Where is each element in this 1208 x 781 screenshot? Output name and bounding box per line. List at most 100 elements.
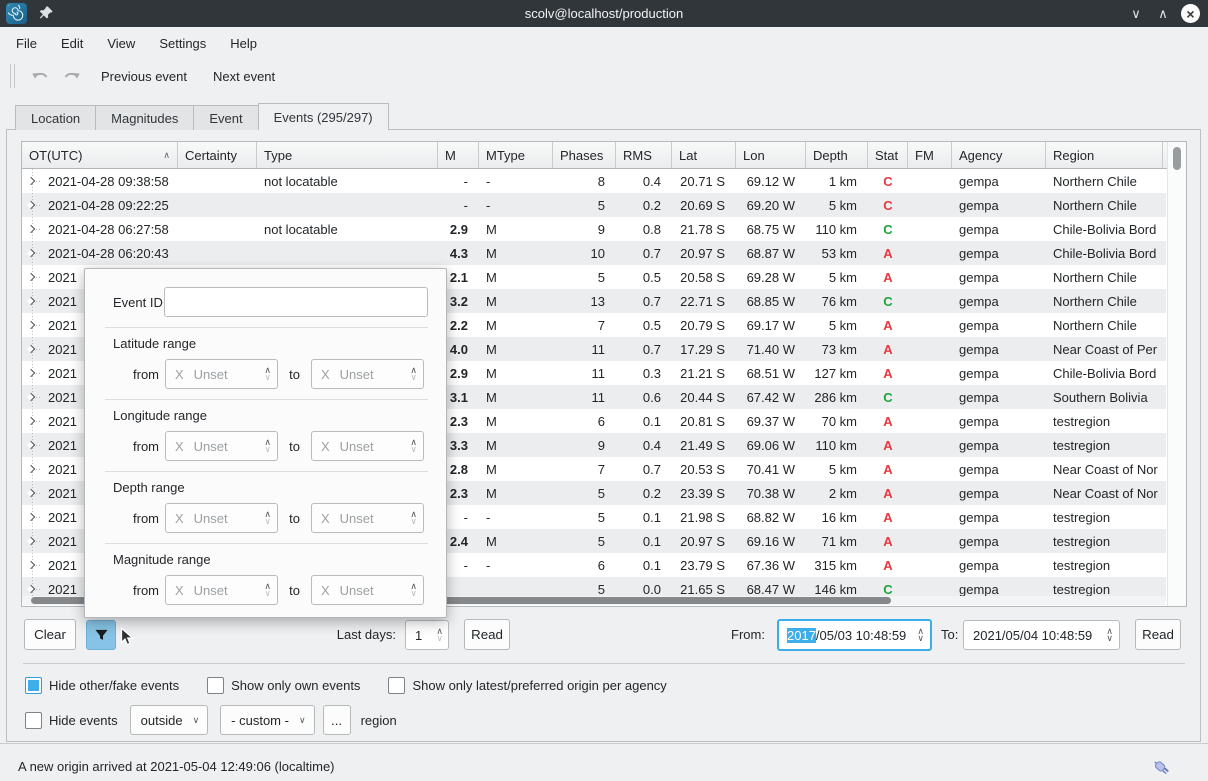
expander-icon[interactable]: [27, 177, 35, 185]
spin-arrows-icon[interactable]: ∧∨: [1106, 628, 1113, 642]
cell-depth: 110 km: [806, 433, 868, 457]
event-id-input[interactable]: [164, 287, 428, 317]
tab-events-295-297[interactable]: Events (295/297): [258, 103, 389, 130]
expander-icon[interactable]: [27, 369, 35, 377]
column-header-agency[interactable]: Agency: [952, 142, 1046, 168]
inside-outside-dropdown[interactable]: outside ∨: [130, 705, 209, 735]
expander-icon[interactable]: [27, 345, 35, 353]
spin-arrows-icon[interactable]: ∧∨: [264, 511, 271, 525]
next-event-button[interactable]: Next event: [203, 64, 285, 89]
column-header-depth[interactable]: Depth: [806, 142, 868, 168]
column-header-rms[interactable]: RMS: [616, 142, 672, 168]
range-unset-spinbox[interactable]: XUnset∧∨: [165, 503, 278, 533]
hide-events-checkbox[interactable]: [25, 712, 42, 729]
maximize-button[interactable]: ∧: [1154, 5, 1172, 23]
table-row[interactable]: 2021-04-28 06:20:434.3M100.720.97 S68.87…: [22, 241, 1166, 265]
range-unset-spinbox[interactable]: XUnset∧∨: [311, 431, 424, 461]
show-only-latest-checkbox[interactable]: [388, 677, 405, 694]
expander-icon[interactable]: [27, 273, 35, 281]
column-header-type[interactable]: Type: [257, 142, 438, 168]
minimize-button[interactable]: ∨: [1127, 5, 1145, 23]
expander-icon[interactable]: [27, 297, 35, 305]
spin-arrows-icon[interactable]: ∧∨: [410, 511, 417, 525]
hide-other-fake-events-checkbox[interactable]: [25, 677, 42, 694]
vertical-scrollbar-thumb[interactable]: [1173, 147, 1181, 170]
tab-magnitudes[interactable]: Magnitudes: [95, 105, 194, 130]
titlebar[interactable]: scolv@localhost/production ∨ ∧ ×: [0, 0, 1208, 27]
range-unset-spinbox[interactable]: XUnset∧∨: [165, 431, 278, 461]
spin-arrows-icon[interactable]: ∧∨: [410, 583, 417, 597]
range-unset-spinbox[interactable]: XUnset∧∨: [311, 359, 424, 389]
vertical-scrollbar[interactable]: [1167, 142, 1186, 606]
clear-button[interactable]: Clear: [24, 619, 76, 650]
to-datetime-field[interactable]: 2021/05/04 10:48:59 ∧∨: [963, 620, 1120, 650]
menu-item-settings[interactable]: Settings: [147, 32, 218, 55]
range-unset-spinbox[interactable]: XUnset∧∨: [311, 575, 424, 605]
read-button-2[interactable]: Read: [1135, 619, 1181, 650]
menu-item-edit[interactable]: Edit: [49, 32, 95, 55]
menu-item-view[interactable]: View: [95, 32, 147, 55]
spin-arrows-icon[interactable]: ∧∨: [436, 628, 443, 642]
expander-icon[interactable]: [27, 561, 35, 569]
column-header-phases[interactable]: Phases: [553, 142, 616, 168]
spin-arrows-icon[interactable]: ∧∨: [410, 439, 417, 453]
last-days-spinbox[interactable]: 1 ∧∨: [405, 620, 449, 650]
expander-icon[interactable]: [27, 249, 35, 257]
tab-event[interactable]: Event: [193, 105, 258, 130]
clear-x-icon[interactable]: X: [175, 367, 184, 382]
filter-toggle-button[interactable]: [86, 620, 116, 650]
spin-arrows-icon[interactable]: ∧∨: [264, 439, 271, 453]
menu-item-file[interactable]: File: [4, 32, 49, 55]
table-row[interactable]: 2021-04-28 09:22:25--50.220.69 S69.20 W5…: [22, 193, 1166, 217]
column-header-lon[interactable]: Lon: [736, 142, 806, 168]
spin-arrows-icon[interactable]: ∧∨: [264, 367, 271, 381]
toolbar-drag-handle[interactable]: [10, 64, 15, 88]
expander-icon[interactable]: [27, 513, 35, 521]
column-header-certainty[interactable]: Certainty: [178, 142, 257, 168]
clear-x-icon[interactable]: X: [321, 367, 330, 382]
range-unset-spinbox[interactable]: XUnset∧∨: [165, 359, 278, 389]
spin-arrows-icon[interactable]: ∧∨: [264, 583, 271, 597]
column-header-fm[interactable]: FM: [908, 142, 952, 168]
expander-icon[interactable]: [27, 489, 35, 497]
range-unset-spinbox[interactable]: XUnset∧∨: [165, 575, 278, 605]
clear-x-icon[interactable]: X: [321, 439, 330, 454]
region-preset-dropdown[interactable]: - custom - ∨: [220, 705, 314, 735]
redo-arrow-icon[interactable]: [59, 64, 85, 88]
expander-icon[interactable]: [27, 201, 35, 209]
range-unset-spinbox[interactable]: XUnset∧∨: [311, 503, 424, 533]
clear-x-icon[interactable]: X: [321, 511, 330, 526]
expander-icon[interactable]: [27, 441, 35, 449]
expander-icon[interactable]: [27, 321, 35, 329]
clear-x-icon[interactable]: X: [321, 583, 330, 598]
tab-location[interactable]: Location: [15, 105, 96, 130]
expander-icon[interactable]: [27, 393, 35, 401]
menu-item-help[interactable]: Help: [218, 32, 269, 55]
clear-x-icon[interactable]: X: [175, 583, 184, 598]
clear-x-icon[interactable]: X: [175, 511, 184, 526]
clear-x-icon[interactable]: X: [175, 439, 184, 454]
region-browse-button[interactable]: ...: [323, 705, 351, 735]
column-header-stat[interactable]: Stat: [868, 142, 908, 168]
expander-icon[interactable]: [27, 465, 35, 473]
read-button[interactable]: Read: [464, 619, 510, 650]
close-button[interactable]: ×: [1181, 4, 1200, 23]
spin-arrows-icon[interactable]: ∧∨: [410, 367, 417, 381]
spin-arrows-icon[interactable]: ∧∨: [917, 628, 924, 642]
table-row[interactable]: 2021-04-28 09:38:58not locatable--80.420…: [22, 169, 1166, 193]
from-datetime-field[interactable]: 2017 /05/03 10:48:59 ∧∨: [777, 619, 932, 651]
previous-event-button[interactable]: Previous event: [91, 64, 197, 89]
cell-fm: [908, 265, 952, 289]
column-header-lat[interactable]: Lat: [672, 142, 736, 168]
show-only-own-events-checkbox[interactable]: [207, 677, 224, 694]
expander-icon[interactable]: [27, 585, 35, 593]
undo-arrow-icon[interactable]: [27, 64, 53, 88]
column-header-region[interactable]: Region: [1046, 142, 1163, 168]
table-row[interactable]: 2021-04-28 06:27:58not locatable2.9M90.8…: [22, 217, 1166, 241]
column-header-ot-utc[interactable]: OT(UTC)∧: [22, 142, 178, 168]
expander-icon[interactable]: [27, 417, 35, 425]
column-header-mtype[interactable]: MType: [479, 142, 553, 168]
expander-icon[interactable]: [27, 225, 35, 233]
column-header-m[interactable]: M: [438, 142, 479, 168]
expander-icon[interactable]: [27, 537, 35, 545]
